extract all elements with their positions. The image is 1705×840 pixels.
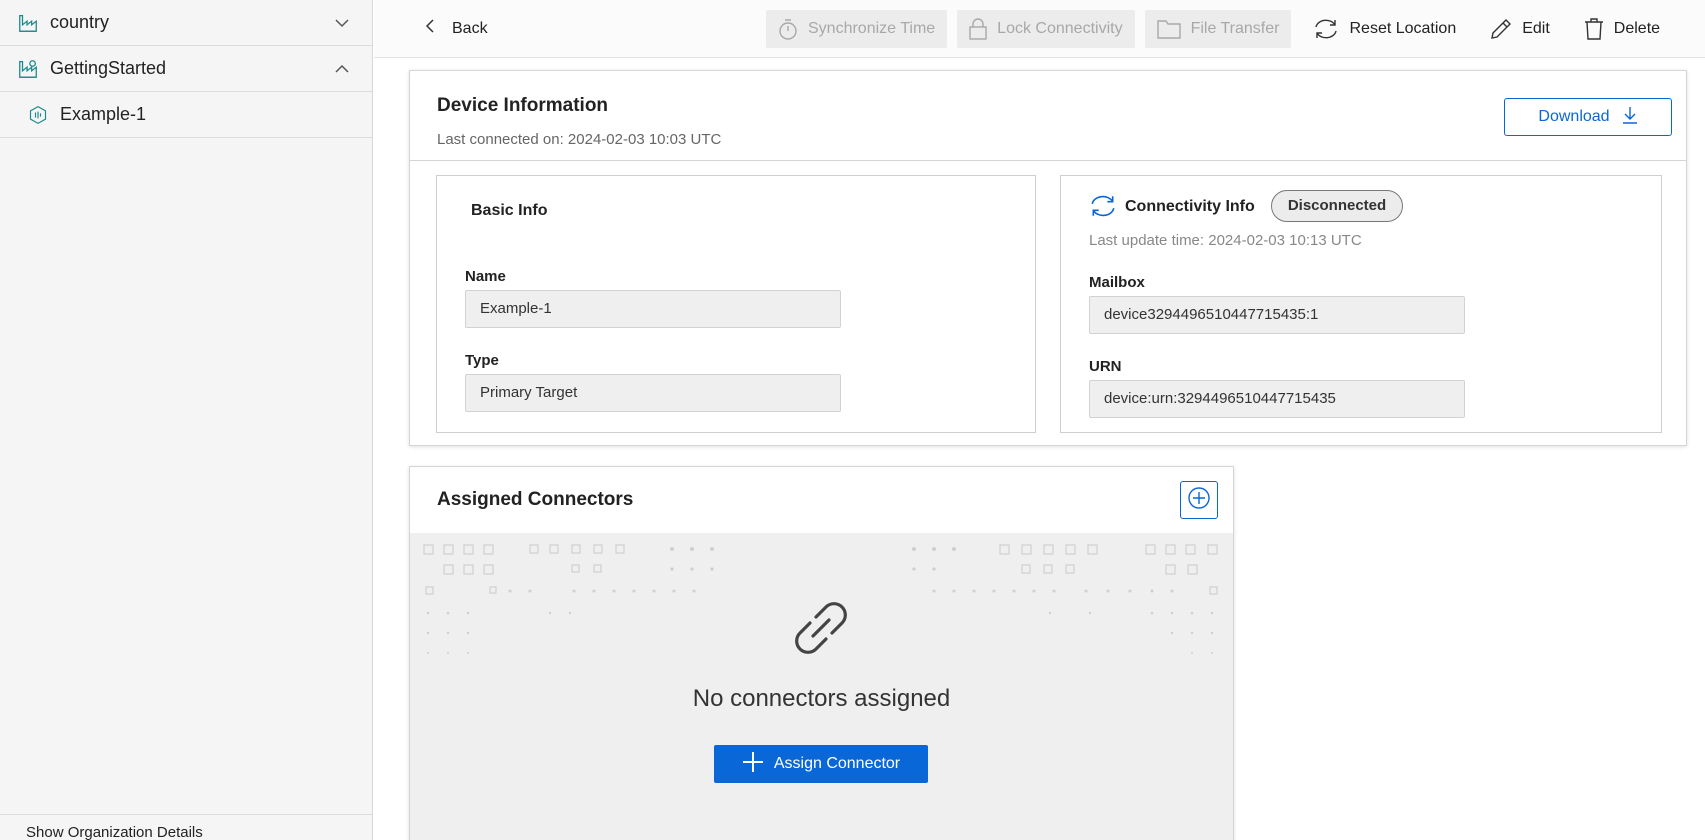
back-button[interactable]: Back xyxy=(424,19,488,38)
pencil-icon xyxy=(1490,18,1512,40)
assigned-connectors-card: Assigned Connectors No connectors assign… xyxy=(409,466,1234,840)
plus-icon xyxy=(742,751,764,778)
tree-item-label: country xyxy=(50,12,110,32)
tree-item-label: GettingStarted xyxy=(50,58,167,78)
factory-icon xyxy=(16,11,40,35)
last-connected-text: Last connected on: 2024-02-03 10:03 UTC xyxy=(437,131,722,148)
show-organization-details-link[interactable]: Show Organization Details xyxy=(0,814,373,840)
status-badge: Disconnected xyxy=(1271,190,1403,222)
name-label: Name xyxy=(465,268,506,285)
back-label: Back xyxy=(452,19,488,37)
lock-icon xyxy=(969,18,987,40)
name-field: Example-1 xyxy=(465,290,841,328)
download-label: Download xyxy=(1538,108,1610,125)
tree-item-label: Example-1 xyxy=(60,104,147,124)
edit-button[interactable]: Edit xyxy=(1478,10,1562,48)
reset-location-button[interactable]: Reset Location xyxy=(1301,10,1468,48)
trash-icon xyxy=(1584,18,1604,40)
tree-item-gettingstarted[interactable]: GettingStarted xyxy=(0,46,372,92)
folder-icon xyxy=(1156,19,1181,39)
lock-connectivity-label: Lock Connectivity xyxy=(997,20,1123,37)
link-icon xyxy=(786,593,856,663)
delete-button[interactable]: Delete xyxy=(1572,10,1672,48)
lock-connectivity-button[interactable]: Lock Connectivity xyxy=(957,10,1135,48)
download-button[interactable]: Download xyxy=(1504,98,1672,136)
no-connectors-text: No connectors assigned xyxy=(692,685,951,712)
basic-info-title: Basic Info xyxy=(471,202,548,219)
add-connector-button[interactable] xyxy=(1180,481,1218,519)
file-transfer-label: File Transfer xyxy=(1190,20,1280,37)
connectivity-info-title: Connectivity Info xyxy=(1125,198,1255,215)
empty-state: No connectors assigned Assign Connector xyxy=(410,533,1233,840)
factory-icon xyxy=(16,57,40,81)
mailbox-field: device3294496510447715435:1 xyxy=(1089,296,1465,334)
assign-connector-label: Assign Connector xyxy=(773,755,901,772)
synchronize-time-label: Synchronize Time xyxy=(808,20,936,37)
chevron-up-icon[interactable] xyxy=(332,59,352,79)
assigned-connectors-title: Assigned Connectors xyxy=(437,489,634,510)
type-label: Type xyxy=(465,352,499,369)
download-icon xyxy=(1622,106,1638,129)
chevron-down-icon[interactable] xyxy=(332,13,352,33)
urn-field: device:urn:3294496510447715435 xyxy=(1089,380,1465,418)
tree-item-example-1[interactable]: Example-1 xyxy=(0,92,372,138)
plus-circle-icon xyxy=(1187,486,1211,515)
refresh-icon xyxy=(1313,18,1339,40)
delete-label: Delete xyxy=(1613,20,1661,37)
edit-label: Edit xyxy=(1522,20,1550,37)
tree-item-country[interactable]: country xyxy=(0,0,372,46)
connectivity-info-panel: Connectivity Info Disconnected Last upda… xyxy=(1060,175,1662,433)
mailbox-label: Mailbox xyxy=(1089,274,1145,291)
stopwatch-icon xyxy=(778,18,798,40)
synchronize-time-button[interactable]: Synchronize Time xyxy=(766,10,948,48)
urn-label: URN xyxy=(1089,358,1122,375)
device-icon xyxy=(26,103,50,127)
chevron-left-icon xyxy=(424,19,436,38)
sidebar: country GettingStarted Example-1 Show Or… xyxy=(0,0,373,840)
assign-connector-button[interactable]: Assign Connector xyxy=(714,745,928,783)
reset-location-label: Reset Location xyxy=(1349,20,1457,37)
device-information-title: Device Information xyxy=(437,95,609,116)
type-field: Primary Target xyxy=(465,374,841,412)
toolbar: Back Synchronize Time Lock Connectivity … xyxy=(374,0,1705,58)
device-information-card: Device Information Last connected on: 20… xyxy=(409,70,1687,446)
sync-icon xyxy=(1089,194,1117,223)
last-update-text: Last update time: 2024-02-03 10:13 UTC xyxy=(1089,232,1362,249)
basic-info-panel: Basic Info Name Example-1 Type Primary T… xyxy=(436,175,1036,433)
file-transfer-button[interactable]: File Transfer xyxy=(1144,10,1292,48)
